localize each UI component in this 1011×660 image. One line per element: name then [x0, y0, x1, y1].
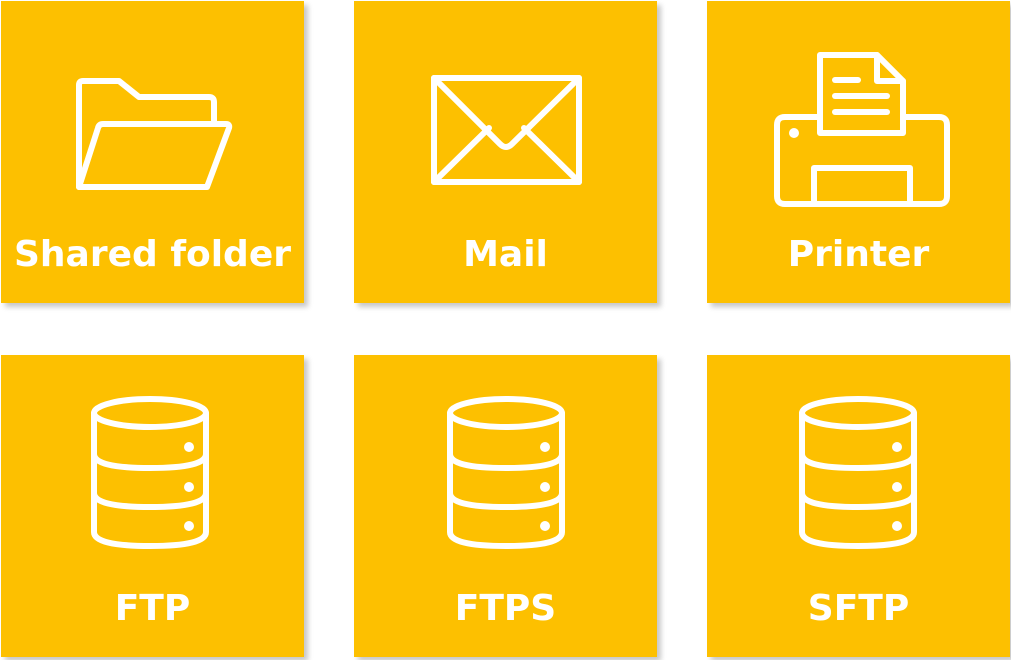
tile-label: Printer [787, 234, 930, 275]
tile-label: FTPS [454, 588, 557, 629]
ftp-tile[interactable]: FTP [1, 355, 304, 657]
printer-icon [707, 1, 1010, 231]
tile-label: FTP [114, 588, 191, 629]
database-icon [1, 355, 304, 585]
mail-tile[interactable]: Mail [354, 1, 657, 303]
envelope-icon [354, 1, 657, 231]
printer-tile[interactable]: Printer [707, 1, 1010, 303]
shared-folder-tile[interactable]: Shared folder [1, 1, 304, 303]
tile-label: Shared folder [14, 234, 291, 275]
folder-icon [1, 1, 304, 231]
ftps-tile[interactable]: FTPS [354, 355, 657, 657]
tile-label: SFTP [807, 588, 910, 629]
database-icon [707, 355, 1010, 585]
database-icon [354, 355, 657, 585]
sftp-tile[interactable]: SFTP [707, 355, 1010, 657]
tile-label: Mail [463, 234, 548, 275]
destination-tile-grid: Shared folder Mail Printer FTP FTPS SFTP [0, 0, 1011, 660]
